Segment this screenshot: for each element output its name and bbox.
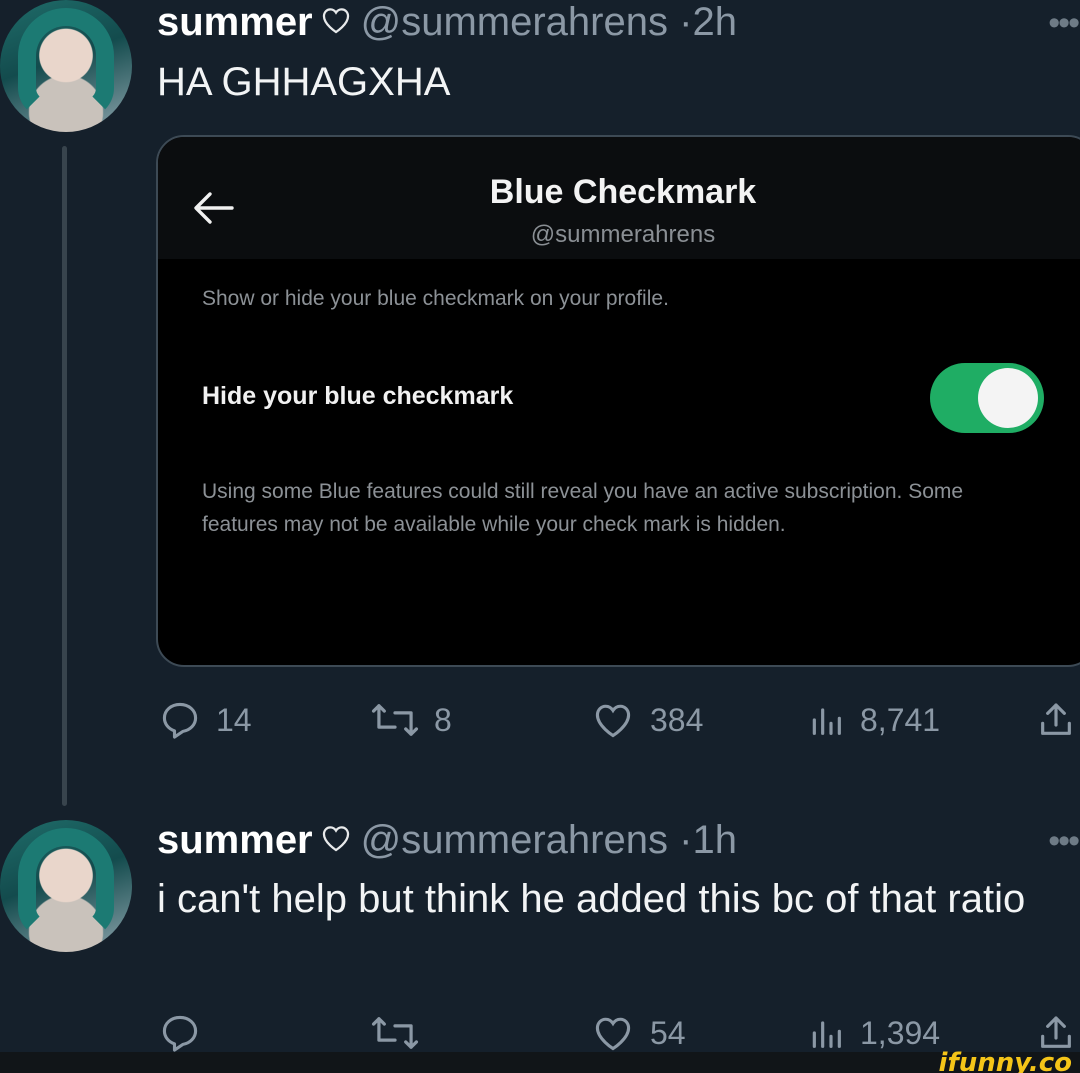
watermark-bar bbox=[0, 1052, 1080, 1073]
timestamp[interactable]: 2h bbox=[692, 0, 737, 44]
handle[interactable]: @summerahrens bbox=[361, 0, 668, 44]
views-button[interactable]: 8,741 bbox=[806, 698, 940, 742]
embedded-screenshot-card[interactable]: Blue Checkmark @summerahrens Show or hid… bbox=[156, 135, 1080, 667]
like-icon bbox=[590, 1011, 636, 1055]
timestamp[interactable]: 1h bbox=[692, 818, 737, 862]
handle[interactable]: @summerahrens bbox=[361, 818, 668, 862]
card-handle: @summerahrens bbox=[530, 221, 716, 248]
twitter-thread-screenshot: summer @summerahrens ·2h ••• HA GHHAGXHA … bbox=[0, 0, 1080, 1073]
hide-checkmark-toggle[interactable] bbox=[930, 363, 1044, 433]
views-icon bbox=[806, 1011, 846, 1055]
avatar[interactable] bbox=[0, 820, 132, 952]
views-count: 1,394 bbox=[860, 1014, 941, 1051]
card-title: Blue Checkmark bbox=[489, 173, 757, 211]
views-button[interactable]: 1,394 bbox=[806, 1011, 940, 1055]
card-note: Using some Blue features could still rev… bbox=[202, 480, 964, 536]
like-count: 384 bbox=[650, 701, 704, 738]
share-button[interactable] bbox=[1036, 698, 1076, 742]
tweet-text: HA GHHAGXHA bbox=[157, 60, 451, 104]
reply-button[interactable] bbox=[158, 1011, 216, 1055]
tweet-header: summer @summerahrens ·1h bbox=[157, 820, 737, 862]
card-description: Show or hide your blue checkmark on your… bbox=[202, 287, 669, 310]
retweet-icon bbox=[370, 698, 420, 742]
retweet-button[interactable]: 8 bbox=[370, 698, 452, 742]
views-icon bbox=[806, 698, 846, 742]
retweet-icon bbox=[370, 1011, 420, 1055]
tweet-text: i can't help but think he added this bc … bbox=[157, 877, 1026, 921]
display-name[interactable]: summer bbox=[157, 0, 313, 44]
like-icon bbox=[590, 698, 636, 742]
reply-icon bbox=[158, 698, 202, 742]
toggle-knob bbox=[978, 368, 1038, 428]
display-name[interactable]: summer bbox=[157, 818, 313, 862]
like-button[interactable]: 384 bbox=[590, 698, 703, 742]
reply-icon bbox=[158, 1011, 202, 1055]
share-icon bbox=[1036, 698, 1076, 742]
avatar[interactable] bbox=[0, 0, 132, 132]
like-button[interactable]: 54 bbox=[590, 1011, 686, 1055]
retweet-count: 8 bbox=[434, 701, 452, 738]
thread-line bbox=[62, 146, 67, 806]
heart-badge-icon bbox=[319, 3, 353, 44]
heart-badge-icon bbox=[319, 821, 353, 862]
more-icon[interactable]: ••• bbox=[1048, 6, 1080, 40]
like-count: 54 bbox=[650, 1014, 686, 1051]
ifunny-watermark: ifunny.co bbox=[938, 1048, 1072, 1073]
retweet-button[interactable] bbox=[370, 1011, 434, 1055]
reply-count: 14 bbox=[216, 701, 252, 738]
more-icon[interactable]: ••• bbox=[1048, 824, 1080, 858]
separator: · bbox=[679, 0, 693, 44]
setting-label: Hide your blue checkmark bbox=[202, 382, 514, 410]
reply-button[interactable]: 14 bbox=[158, 698, 252, 742]
separator: · bbox=[679, 818, 693, 862]
views-count: 8,741 bbox=[860, 701, 941, 738]
tweet-header: summer @summerahrens ·2h bbox=[157, 2, 737, 44]
